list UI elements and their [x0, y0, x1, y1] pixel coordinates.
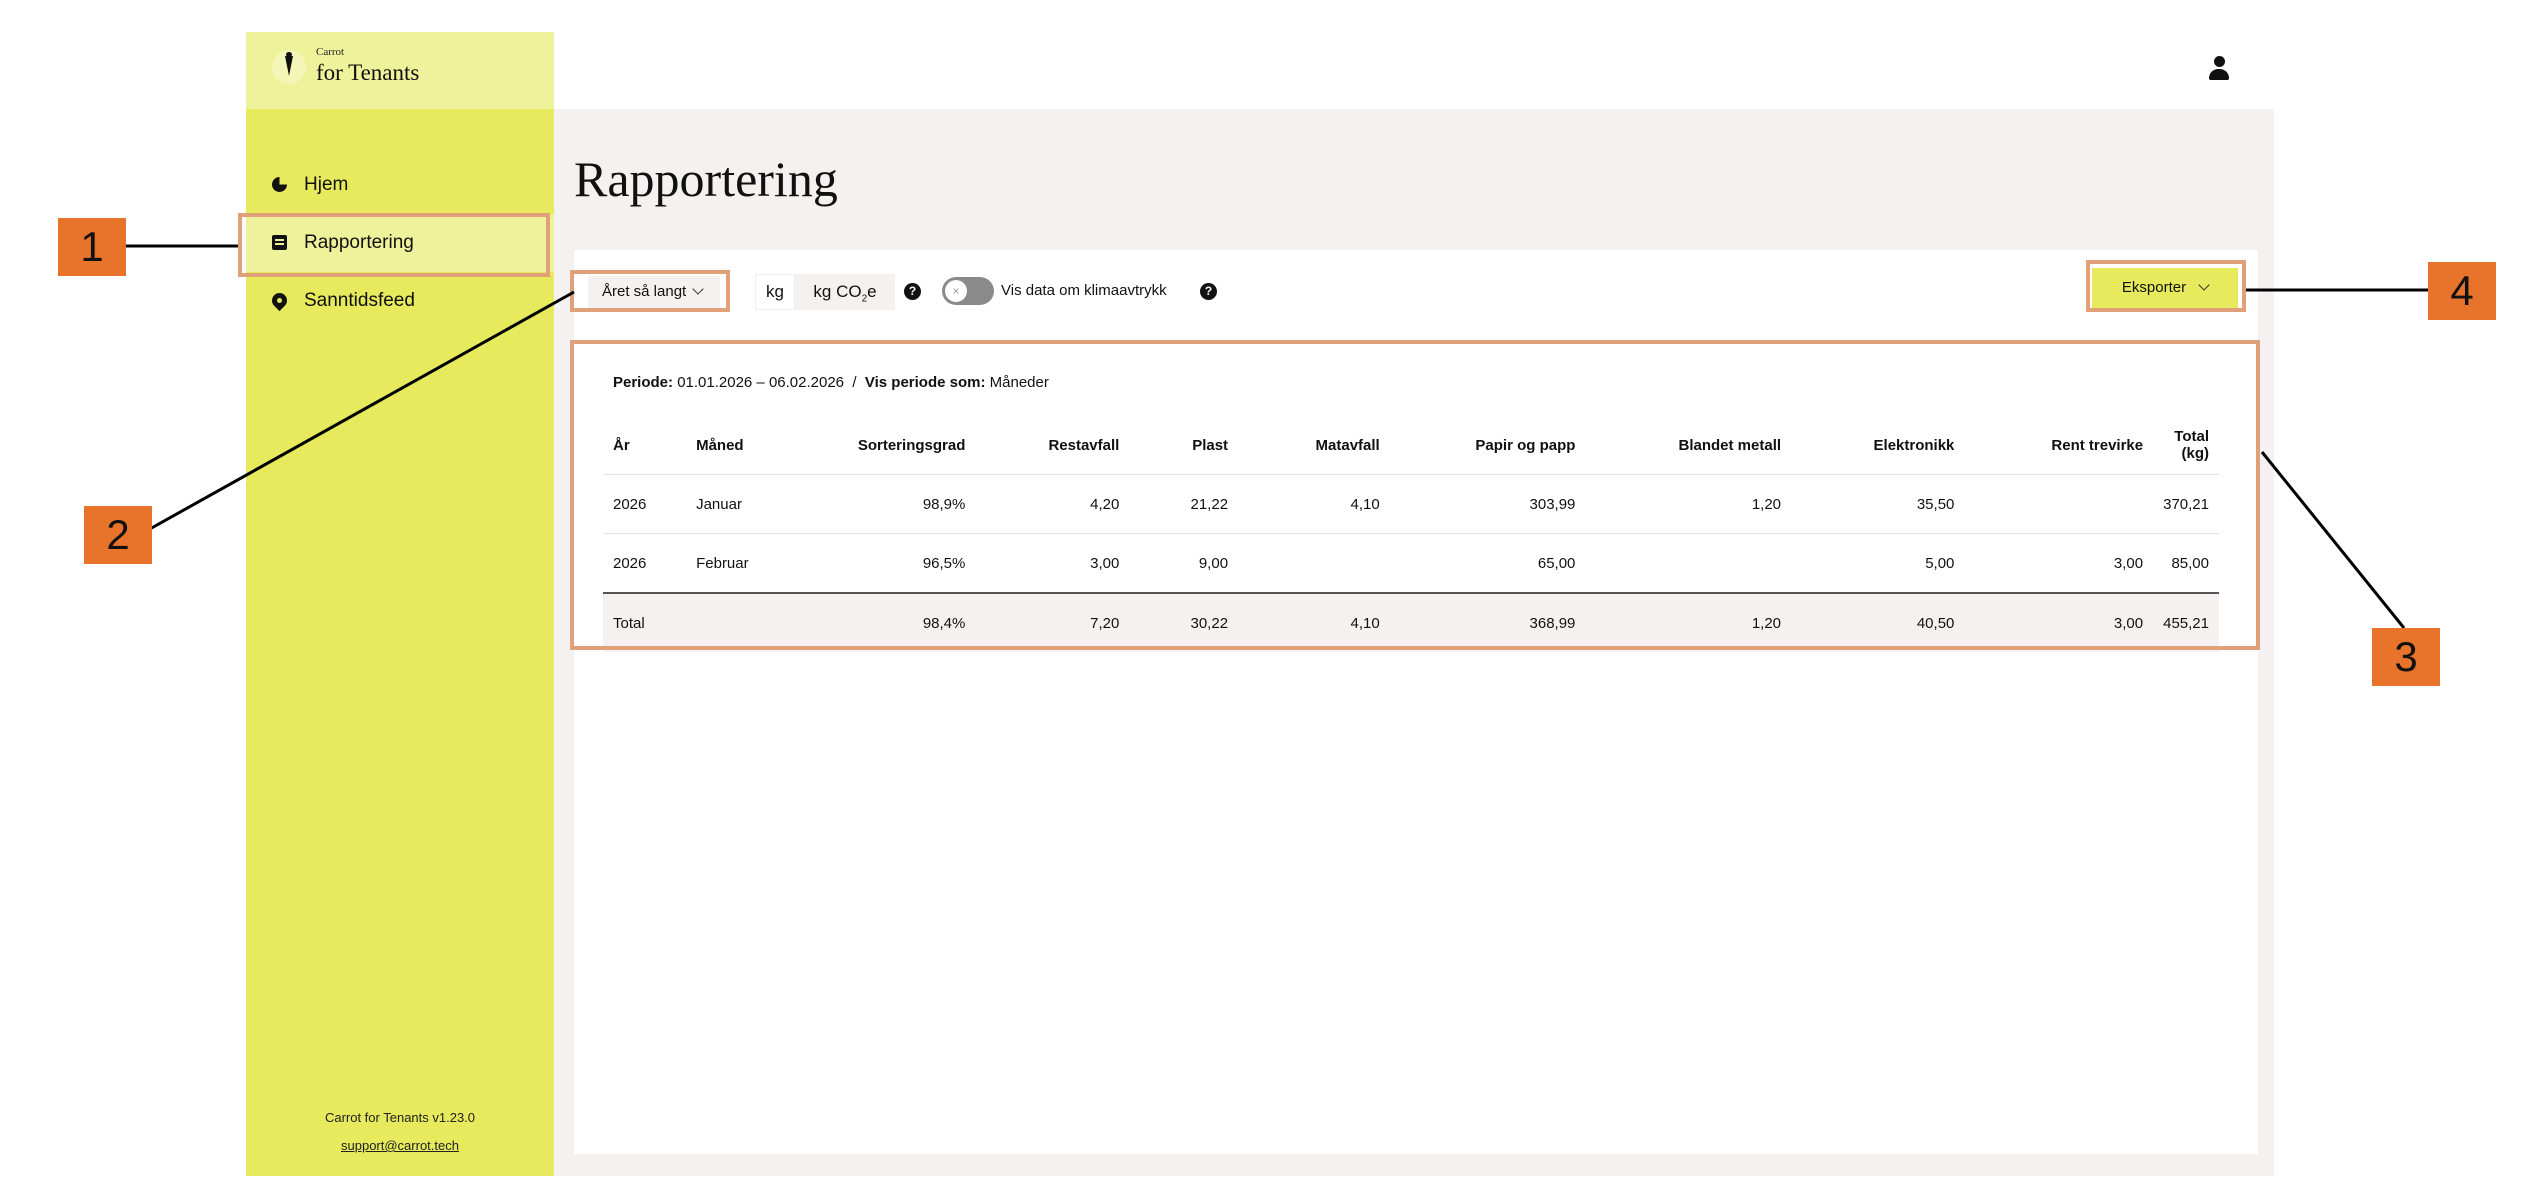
annotation-badge-4: 4 — [2428, 262, 2496, 320]
annotation-badge-3: 3 — [2372, 628, 2440, 686]
annotation-badge-2: 2 — [84, 506, 152, 564]
annotation-lines — [126, 244, 2428, 629]
annotation-badge-1: 1 — [58, 218, 126, 276]
